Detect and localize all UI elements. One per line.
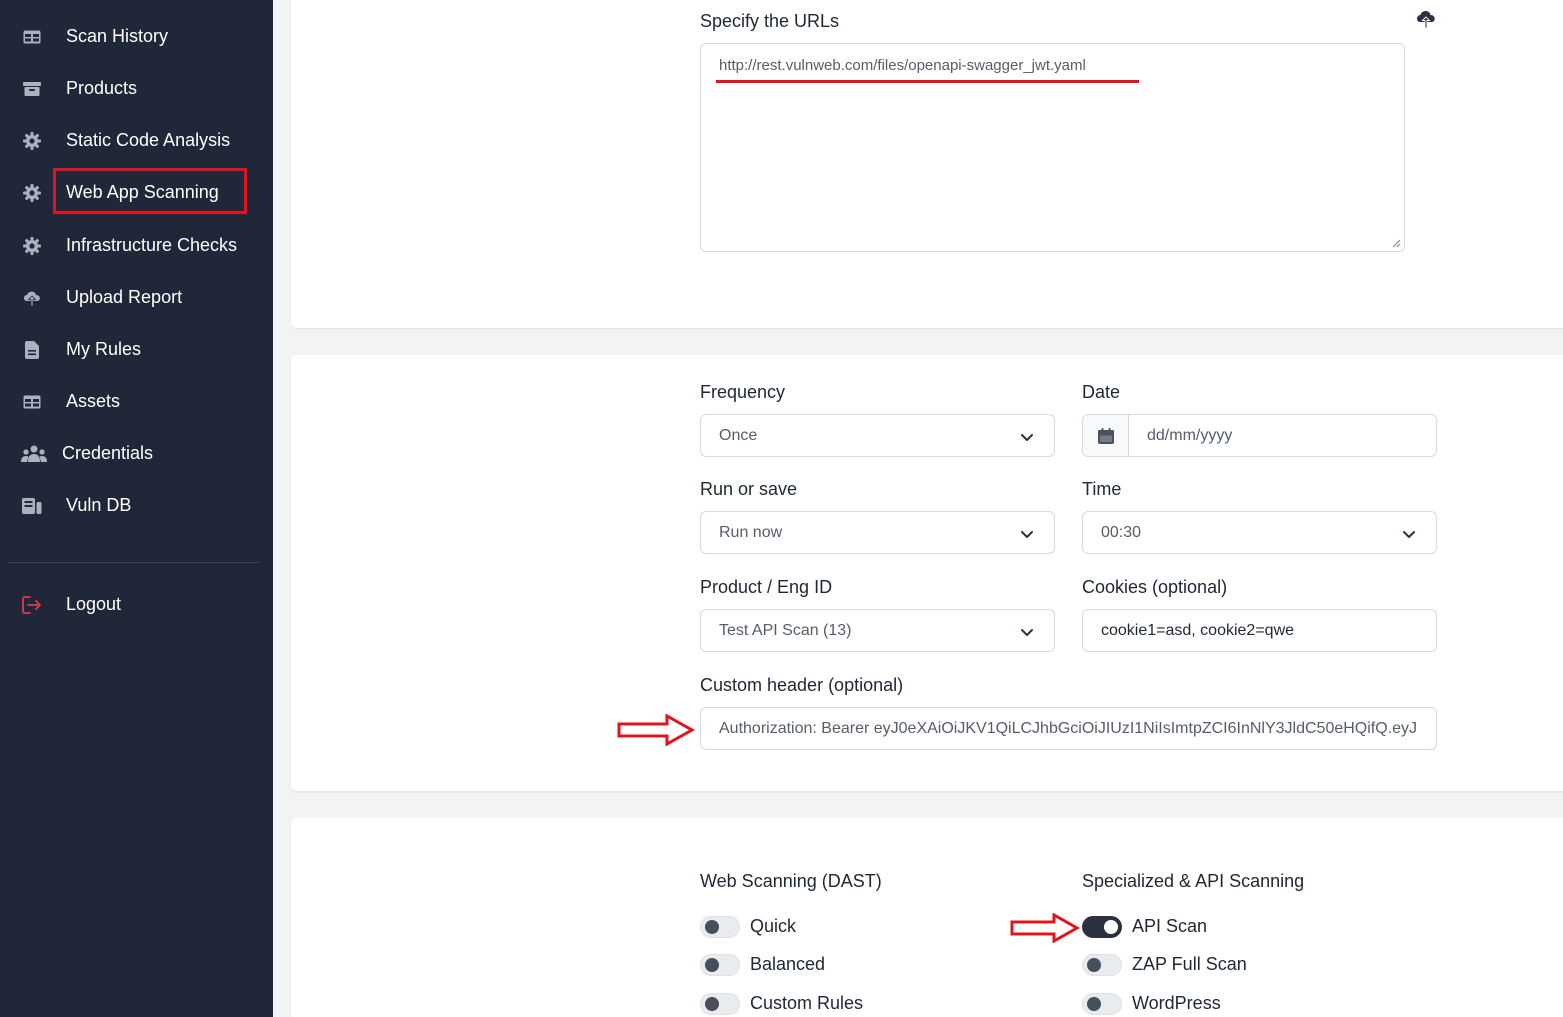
sidebar-item-label: Credentials [62, 443, 154, 463]
annotation-underline [716, 80, 1139, 83]
toggle-label-zap-full-scan: ZAP Full Scan [1132, 954, 1247, 974]
users-icon [21, 444, 47, 464]
api-title: Specialized & API Scanning [1082, 871, 1305, 891]
toggle-custom-rules[interactable] [700, 993, 740, 1015]
gear-icon [22, 131, 42, 151]
toggle-knob [705, 920, 719, 934]
sidebar-item-label: Assets [66, 391, 121, 411]
toggle-knob [1104, 920, 1118, 934]
toggle-balanced[interactable] [700, 954, 740, 976]
sidebar-item-label: Upload Report [66, 287, 183, 307]
toggle-zap-full-scan[interactable] [1082, 954, 1122, 976]
sidebar-item-assets[interactable]: Assets [0, 382, 273, 422]
sidebar-item-label: Logout [66, 594, 122, 614]
annotation-arrow-icon [617, 714, 695, 746]
time-select[interactable]: 00:30 [1082, 511, 1437, 554]
frequency-select[interactable]: Once [700, 414, 1055, 457]
database-icon [22, 496, 42, 516]
frequency-label: Frequency [700, 382, 786, 402]
date-input[interactable]: dd/mm/yyyy [1082, 414, 1437, 457]
toggle-label-custom-rules: Custom Rules [750, 993, 864, 1013]
chevron-down-icon [1021, 531, 1033, 538]
sidebar-item-logout[interactable]: Logout [0, 585, 273, 625]
run-or-save-label: Run or save [700, 479, 798, 499]
sidebar-item-upload-report[interactable]: Upload Report [0, 278, 273, 318]
product-label: Product / Eng ID [700, 577, 833, 597]
annotation-highlight-box [53, 168, 247, 214]
gear-icon [22, 236, 42, 256]
archive-icon [22, 79, 42, 99]
sidebar-item-label: My Rules [66, 339, 142, 359]
urls-textarea[interactable]: http://rest.vulnweb.com/files/openapi-sw… [700, 43, 1405, 252]
file-icon [22, 340, 42, 360]
custom-header-input[interactable]: Authorization: Bearer eyJ0eXAiOiJKV1QiLC… [700, 707, 1437, 750]
sidebar-item-credentials[interactable]: Credentials [0, 434, 273, 474]
resize-grip-icon[interactable] [1391, 238, 1401, 248]
sidebar-item-label: Scan History [66, 26, 169, 46]
sidebar-item-label: Vuln DB [66, 495, 132, 515]
frequency-value: Once [719, 427, 758, 444]
custom-header-label: Custom header (optional) [700, 675, 904, 695]
scan-types-card [291, 818, 1563, 1017]
cloud-upload-icon [22, 288, 42, 308]
sidebar-item-my-rules[interactable]: My Rules [0, 330, 273, 370]
product-value: Test API Scan (13) [719, 622, 852, 639]
sidebar: Scan History Products Static Code Analys… [0, 0, 273, 1017]
cookies-label: Cookies (optional) [1082, 577, 1228, 597]
urls-label: Specify the URLs [700, 11, 840, 31]
toggle-label-wordpress: WordPress [1132, 993, 1221, 1013]
cookies-input[interactable]: cookie1=asd, cookie2=qwe [1082, 609, 1437, 652]
sidebar-item-vuln-db[interactable]: Vuln DB [0, 486, 273, 526]
sidebar-divider [8, 562, 260, 563]
time-value: 00:30 [1101, 524, 1142, 541]
dast-title: Web Scanning (DAST) [700, 871, 882, 891]
sidebar-item-static-code-analysis[interactable]: Static Code Analysis [0, 121, 273, 161]
toggle-api-scan[interactable] [1082, 916, 1122, 938]
chevron-down-icon [1021, 629, 1033, 636]
logout-icon [22, 595, 42, 615]
gear-icon [22, 183, 42, 203]
toggle-knob [1087, 958, 1101, 972]
toggle-quick[interactable] [700, 916, 740, 938]
cookies-value: cookie1=asd, cookie2=qwe [1101, 622, 1295, 639]
annotation-arrow-icon [1010, 913, 1080, 943]
toggle-label-api-scan: API Scan [1132, 916, 1208, 936]
toggle-knob [705, 958, 719, 972]
toggle-knob [1087, 997, 1101, 1011]
sidebar-item-label: Products [66, 78, 138, 98]
table-icon [22, 392, 42, 412]
sidebar-item-label: Infrastructure Checks [66, 235, 238, 255]
custom-header-value: Authorization: Bearer eyJ0eXAiOiJKV1QiLC… [719, 720, 1418, 737]
sidebar-item-scan-history[interactable]: Scan History [0, 17, 273, 57]
calendar-icon [1083, 415, 1129, 456]
run-or-save-select[interactable]: Run now [700, 511, 1055, 554]
sidebar-item-label: Static Code Analysis [66, 130, 231, 150]
sidebar-item-products[interactable]: Products [0, 69, 273, 109]
date-label: Date [1082, 382, 1121, 402]
chevron-down-icon [1021, 434, 1033, 441]
time-label: Time [1082, 479, 1122, 499]
table-icon [22, 27, 42, 47]
toggle-knob [705, 997, 719, 1011]
cloud-upload-icon[interactable] [1415, 8, 1437, 30]
urls-value: http://rest.vulnweb.com/files/openapi-sw… [719, 57, 1086, 74]
run-or-save-value: Run now [719, 524, 783, 541]
sidebar-item-infrastructure-checks[interactable]: Infrastructure Checks [0, 226, 273, 266]
toggle-label-balanced: Balanced [750, 954, 826, 974]
chevron-down-icon [1403, 531, 1415, 538]
product-select[interactable]: Test API Scan (13) [700, 609, 1055, 652]
toggle-wordpress[interactable] [1082, 993, 1122, 1015]
date-placeholder: dd/mm/yyyy [1147, 427, 1233, 444]
toggle-label-quick: Quick [750, 916, 797, 936]
